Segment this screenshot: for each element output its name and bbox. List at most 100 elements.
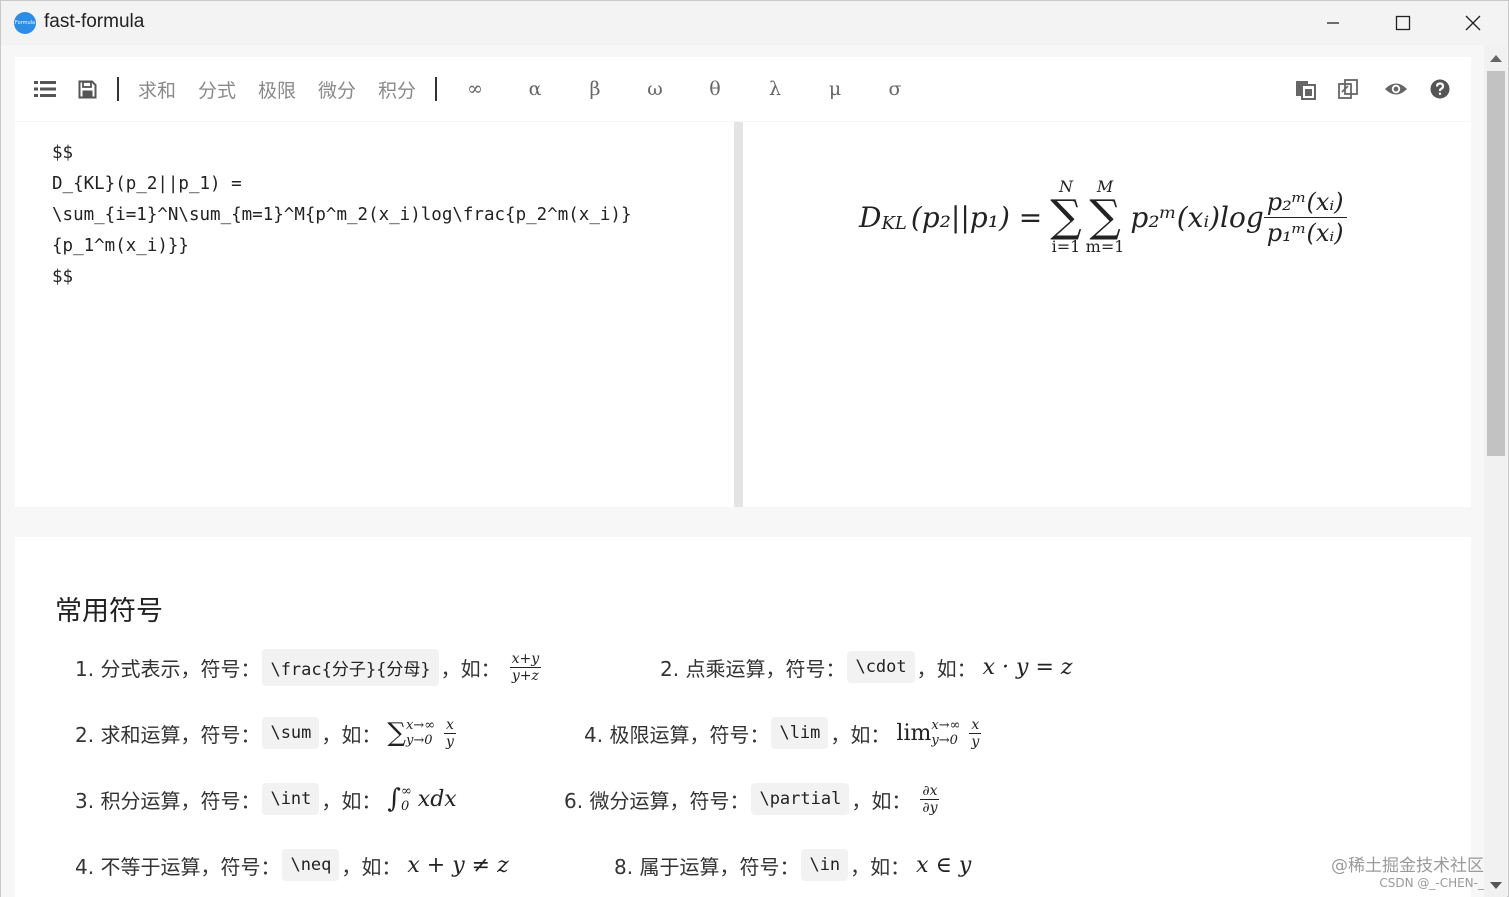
example-fraction: ∂x ∂y [920, 782, 940, 816]
reference-panel: 常用符号 1. 分式表示，符号： \frac{分子}{分母} ，如： x+y y… [15, 537, 1471, 897]
ref-item-example: ∑ x→∞ y→0 x y [387, 717, 459, 750]
sum-1-symbol: ∑ [1050, 191, 1082, 242]
scroll-down-arrow-icon[interactable] [1490, 882, 1502, 889]
maximize-icon [1395, 15, 1411, 31]
formula-preview: D KL (p₂||p₁) = N ∑ i=1 M ∑ m=1 p₂ᵐ(xᵢ)lo… [743, 122, 1471, 507]
sum-2-symbol: ∑ [1089, 191, 1121, 242]
example-limits: ∞ 0 [401, 784, 412, 814]
minimize-button[interactable] [1298, 1, 1368, 45]
category-sum[interactable]: 求和 [133, 57, 181, 121]
ref-item-sep: ，如： [440, 656, 501, 681]
ref-item-sep: ，如： [341, 854, 402, 879]
maximize-button[interactable] [1368, 1, 1438, 45]
latex-source-text[interactable]: $$ D_{KL}(p_2||p_1) = \sum_{i=1}^N\sum_{… [52, 138, 631, 293]
toolbar: 求和 分式 极限 微分 积分 ∞ α β ω θ λ μ σ [15, 57, 1471, 121]
ref-item-code[interactable]: \in [801, 849, 849, 881]
ref-item-code[interactable]: \partial [751, 783, 850, 815]
formula-lhs-subscript: KL [881, 212, 907, 234]
vertical-scrollbar[interactable] [1484, 45, 1507, 897]
symbol-mu[interactable]: μ [815, 57, 855, 121]
formula-term: p₂ᵐ(xᵢ)log [1130, 200, 1264, 234]
help-button[interactable] [1425, 57, 1455, 121]
example-fraction: x y [969, 717, 982, 750]
example-denominator: y+z [511, 667, 539, 684]
copy-button[interactable] [1291, 57, 1321, 121]
list-button[interactable] [29, 57, 61, 121]
copy-icon [1296, 81, 1316, 100]
pane-splitter[interactable] [734, 122, 743, 507]
ref-item-sep: ，如： [321, 722, 382, 747]
category-integral[interactable]: 积分 [373, 57, 421, 121]
title-bar[interactable]: Formula fast-formula [1, 1, 1508, 45]
category-fraction[interactable]: 分式 [193, 57, 241, 121]
save-button[interactable] [73, 57, 101, 121]
ref-item-code[interactable]: \neq [282, 849, 340, 881]
ref-item-fraction: 1. 分式表示，符号： \frac{分子}{分母} ，如： x+y y+z [75, 647, 544, 687]
example-sub: y→0 [931, 733, 958, 748]
example-denominator: y [446, 733, 454, 750]
ref-item-example: x ∈ y [916, 852, 972, 878]
ref-item-example: x · y = z [982, 654, 1073, 680]
ref-item-label: 2. 点乘运算，符号： [660, 656, 846, 681]
ref-item-label: 8. 属于运算，符号： [614, 854, 800, 879]
formula-lhs: D [859, 200, 882, 234]
main-content: 求和 分式 极限 微分 积分 ∞ α β ω θ λ μ σ $$ D_{KL}… [1, 45, 1484, 897]
ref-item-cdot: 2. 点乘运算，符号： \cdot ，如： x · y = z [660, 647, 1072, 687]
paste-icon [1338, 79, 1358, 99]
ref-item-sep: ，如： [916, 656, 977, 681]
category-differential[interactable]: 微分 [313, 57, 361, 121]
ref-item-code[interactable]: \lim [771, 717, 829, 749]
example-sup: ∞ [400, 784, 412, 799]
ref-item-code[interactable]: \cdot [847, 651, 915, 683]
ref-item-example: x + y ≠ z [407, 852, 509, 878]
sum-2-lower: m=1 [1085, 237, 1125, 256]
sum-1-lower: i=1 [1051, 237, 1081, 256]
ref-item-in: 8. 属于运算，符号： \in ，如： x ∈ y [614, 845, 971, 885]
ref-item-sep: ，如： [851, 788, 912, 813]
reference-title: 常用符号 [55, 596, 163, 627]
ref-item-lim: 4. 极限运算，符号： \lim ，如： lim x→∞ y→0 x y [584, 713, 984, 753]
watermark-line-2: CSDN @_-CHEN-_ [1379, 876, 1484, 890]
example-denominator: ∂y [922, 799, 938, 816]
example-sub: 0 [400, 799, 410, 814]
ref-item-example: lim x→∞ y→0 x y [896, 717, 984, 750]
ref-item-code[interactable]: \sum [262, 717, 320, 749]
latex-editor[interactable]: $$ D_{KL}(p_2||p_1) = \sum_{i=1}^N\sum_{… [15, 122, 734, 507]
example-operator: lim [896, 720, 932, 746]
minimize-icon [1327, 22, 1339, 24]
ref-item-code[interactable]: \int [262, 783, 320, 815]
example-operator: ∫ [387, 784, 401, 814]
ref-item-code[interactable]: \frac{分子}{分母} [262, 648, 439, 686]
symbol-omega[interactable]: ω [635, 57, 675, 121]
example-sub: y→0 [405, 733, 433, 748]
example-limits: x→∞ y→0 [406, 718, 435, 748]
paste-button[interactable] [1333, 57, 1363, 121]
example-operator: ∑ [387, 718, 406, 748]
toolbar-separator [117, 77, 119, 101]
ref-item-example: x+y y+z [507, 651, 545, 684]
example-numerator: x+y [509, 650, 542, 668]
list-icon [34, 81, 56, 97]
example-sup: x→∞ [931, 718, 961, 733]
category-limit[interactable]: 极限 [253, 57, 301, 121]
watermark: @稀土掘金技术社区 CSDN @_-CHEN-_ [1331, 851, 1484, 890]
example-limits: x→∞ y→0 [931, 718, 960, 748]
eye-icon [1385, 83, 1407, 95]
scroll-up-arrow-icon[interactable] [1490, 55, 1502, 62]
example-fraction: x+y y+z [509, 650, 542, 684]
symbol-theta[interactable]: θ [695, 57, 735, 121]
preview-toggle-button[interactable] [1381, 57, 1411, 121]
ref-item-example: ∫ ∞ 0 xdx [387, 784, 456, 814]
example-numerator: ∂x [920, 782, 940, 800]
symbol-infinity[interactable]: ∞ [455, 57, 495, 121]
close-button[interactable] [1438, 1, 1508, 45]
symbol-sigma[interactable]: σ [875, 57, 915, 121]
scroll-thumb[interactable] [1487, 71, 1505, 456]
ref-item-label: 3. 积分运算，符号： [75, 788, 261, 813]
ref-item-label: 4. 极限运算，符号： [584, 722, 770, 747]
ref-item-label: 4. 不等于运算，符号： [75, 854, 281, 879]
symbol-alpha[interactable]: α [515, 57, 555, 121]
symbol-beta[interactable]: β [575, 57, 615, 121]
save-icon [78, 80, 96, 98]
symbol-lambda[interactable]: λ [755, 57, 795, 121]
